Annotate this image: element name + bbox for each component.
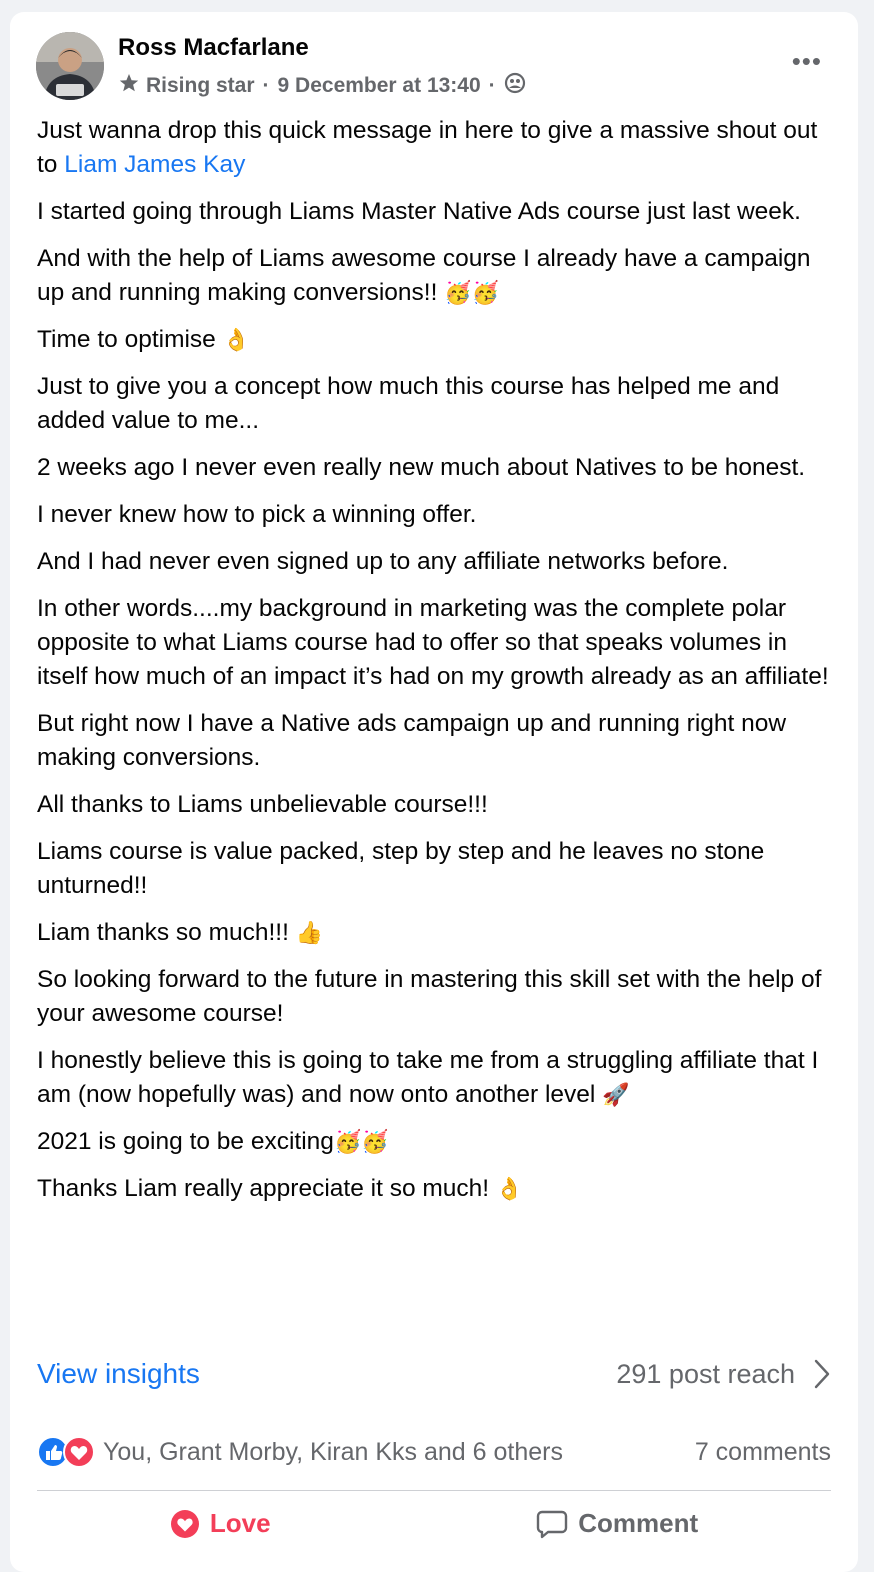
post-reach-label: 291 post reach: [616, 1358, 795, 1389]
post-timestamp[interactable]: 9 December at 13:40: [278, 74, 481, 98]
post-paragraph: 2 weeks ago I never even really new much…: [37, 451, 837, 485]
post-paragraph: I started going through Liams Master Nat…: [37, 195, 837, 229]
paragraph-text: All thanks to Liams unbelievable course!…: [37, 791, 488, 818]
love-button-label: Love: [209, 1508, 271, 1538]
divider: [37, 1490, 831, 1491]
paragraph-text: 2 weeks ago I never even really new much…: [37, 454, 806, 481]
emoji: 👍: [295, 920, 324, 945]
badge-label[interactable]: Rising star: [146, 74, 255, 98]
paragraph-text: Liam thanks so much!!!: [37, 919, 296, 946]
paragraph-text: So looking forward to the future in mast…: [37, 966, 822, 1027]
paragraph-text: Thanks Liam really appreciate it so much…: [37, 1175, 496, 1202]
emoji: 🚀: [602, 1082, 630, 1107]
paragraph-text: Time to optimise: [37, 326, 223, 353]
post-card: Ross Macfarlane Rising star · 9 December…: [10, 12, 858, 1572]
love-icon: [170, 1509, 199, 1538]
post-meta: Rising star · 9 December at 13:40 ·: [118, 72, 526, 100]
comment-icon: [537, 1510, 568, 1538]
paragraph-text: But right now I have a Native ads campai…: [37, 710, 787, 771]
author-name[interactable]: Ross Macfarlane: [118, 34, 309, 62]
post-paragraph: Thanks Liam really appreciate it so much…: [37, 1172, 837, 1206]
post-paragraph: And with the help of Liams awesome cours…: [37, 242, 837, 310]
paragraph-text: And with the help of Liams awesome cours…: [37, 245, 811, 306]
paragraph-text: Liams course is value packed, step by st…: [37, 838, 765, 899]
post-paragraph: But right now I have a Native ads campai…: [37, 707, 837, 775]
paragraph-text: I honestly believe this is going to take…: [37, 1047, 819, 1108]
post-paragraph: All thanks to Liams unbelievable course!…: [37, 788, 837, 822]
meta-separator: ·: [262, 74, 270, 97]
post-paragraph: Just wanna drop this quick message in he…: [37, 114, 837, 182]
more-options-icon[interactable]: •••: [792, 48, 822, 74]
reaction-icons: [37, 1436, 95, 1468]
post-paragraph: I honestly believe this is going to take…: [37, 1044, 837, 1112]
paragraph-text: I never knew how to pick a winning offer…: [37, 501, 477, 528]
emoji: 🥳🥳: [444, 280, 500, 305]
post-paragraph: I never knew how to pick a winning offer…: [37, 498, 837, 532]
comment-button-label: Comment: [578, 1508, 699, 1538]
rising-star-icon: [118, 72, 140, 100]
post-paragraph: Liam thanks so much!!! 👍: [37, 916, 837, 950]
avatar-photo: [36, 32, 104, 100]
insights-row: View insights 291 post reach: [37, 1358, 831, 1390]
paragraph-text: In other words....my background in marke…: [37, 595, 829, 690]
avatar[interactable]: [36, 32, 104, 100]
love-reaction-icon: [63, 1436, 95, 1468]
love-button[interactable]: Love: [170, 1508, 271, 1539]
group-audience-icon[interactable]: [504, 72, 526, 100]
post-paragraph: Time to optimise 👌: [37, 323, 837, 357]
chevron-right-icon: [814, 1359, 830, 1389]
comment-button[interactable]: Comment: [536, 1508, 698, 1539]
post-paragraph: So looking forward to the future in mast…: [37, 963, 837, 1031]
post-paragraph: 2021 is going to be exciting🥳🥳: [37, 1125, 837, 1159]
reaction-names: You, Grant Morby, Kiran Kks and 6 others: [103, 1437, 563, 1466]
post-paragraph: And I had never even signed up to any af…: [37, 545, 837, 579]
reactions-row: You, Grant Morby, Kiran Kks and 6 others…: [37, 1436, 831, 1468]
post-paragraph: Liams course is value packed, step by st…: [37, 835, 837, 903]
emoji: 🥳🥳: [333, 1129, 389, 1154]
paragraph-text: Just to give you a concept how much this…: [37, 373, 780, 434]
post-paragraph: Just to give you a concept how much this…: [37, 370, 837, 438]
paragraph-text: And I had never even signed up to any af…: [37, 548, 729, 575]
view-insights-link[interactable]: View insights: [37, 1358, 200, 1390]
post-body: Just wanna drop this quick message in he…: [37, 114, 837, 1219]
emoji: 👌: [222, 327, 251, 352]
comments-count[interactable]: 7 comments: [695, 1438, 831, 1467]
mention-link[interactable]: Liam James Kay: [64, 151, 245, 178]
post-reach[interactable]: 291 post reach: [616, 1359, 831, 1390]
emoji: 👌: [495, 1176, 524, 1201]
post-paragraph: In other words....my background in marke…: [37, 592, 837, 694]
reaction-summary[interactable]: You, Grant Morby, Kiran Kks and 6 others: [37, 1436, 563, 1468]
paragraph-text: I started going through Liams Master Nat…: [37, 198, 801, 225]
paragraph-text: 2021 is going to be exciting: [37, 1128, 334, 1155]
meta-separator: ·: [488, 74, 496, 97]
action-bar: Love Comment: [37, 1508, 831, 1539]
